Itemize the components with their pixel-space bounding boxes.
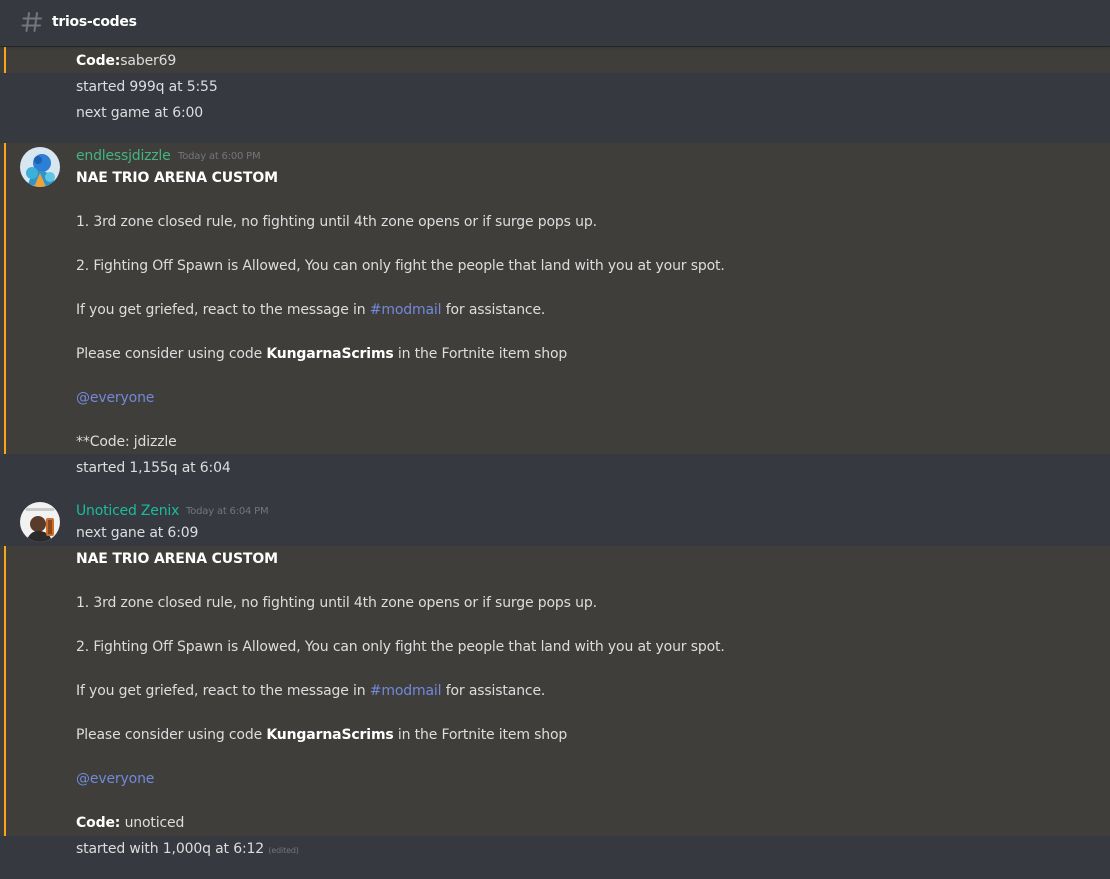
message-line: If you get griefed, react to the message…	[76, 681, 545, 701]
author-name[interactable]: endlessjdizzle	[76, 146, 171, 166]
hash-icon	[21, 9, 43, 35]
message-line: started with 1,000q at 6:12 (edited)	[76, 839, 299, 861]
message-line: NAE TRIO ARENA CUSTOM	[76, 168, 278, 188]
channel-mention-modmail[interactable]: #modmail	[370, 683, 442, 699]
message-line: next game at 6:00	[76, 105, 204, 121]
message-line: Please consider using code KungarnaScrim…	[76, 725, 567, 745]
message-line: next gane at 6:09	[76, 525, 199, 541]
message-line: started 1,155q at 6:04	[76, 460, 231, 476]
message-line: @everyone	[76, 769, 154, 789]
message-timestamp: Today at 6:04 PM	[186, 506, 269, 517]
code-value: saber69	[120, 53, 177, 69]
message-line: Code:saber69	[76, 51, 176, 71]
code-label: Code:	[76, 53, 121, 69]
message-line: If you get griefed, react to the message…	[76, 300, 545, 320]
code-value: unoticed	[120, 815, 185, 831]
chat-app: trios-codes Code:saber69 started 999q at…	[0, 0, 1110, 879]
text-segment: If you get griefed, react to the message…	[76, 683, 370, 699]
message-line: 1. 3rd zone closed rule, no fighting unt…	[76, 595, 597, 611]
text-segment: started with 1,000q at 6:12	[76, 841, 265, 857]
message-line: 2. Fighting Off Spawn is Allowed, You ca…	[76, 639, 725, 655]
avatar[interactable]	[20, 502, 60, 542]
message-line: NAE TRIO ARENA CUSTOM	[76, 549, 278, 569]
creator-code: KungarnaScrims	[266, 346, 394, 362]
text-segment: Please consider using code	[76, 346, 267, 362]
channel-header: trios-codes	[0, 0, 1110, 46]
edited-tag: (edited)	[268, 846, 299, 855]
author-name[interactable]: Unoticed Zenix	[76, 501, 179, 521]
message-line: **Code: jdizzle	[76, 434, 177, 450]
text-segment: in the Fortnite item shop	[393, 346, 568, 362]
text-segment: If you get griefed, react to the message…	[76, 302, 370, 318]
message-title: NAE TRIO ARENA CUSTOM	[76, 551, 278, 567]
message-line: Code: unoticed	[76, 813, 184, 833]
channel-name[interactable]: trios-codes	[52, 13, 137, 31]
message-line: 2. Fighting Off Spawn is Allowed, You ca…	[76, 258, 725, 274]
text-segment: for assistance.	[441, 302, 546, 318]
code-label: Code:	[76, 815, 121, 831]
message-line: started 999q at 5:55	[76, 79, 218, 95]
message-timestamp: Today at 6:00 PM	[178, 151, 261, 162]
everyone-mention[interactable]: @everyone	[76, 390, 154, 406]
everyone-mention[interactable]: @everyone	[76, 771, 154, 787]
channel-mention-modmail[interactable]: #modmail	[370, 302, 442, 318]
message-title: NAE TRIO ARENA CUSTOM	[76, 170, 278, 186]
creator-code: KungarnaScrims	[266, 727, 394, 743]
message-line: @everyone	[76, 388, 154, 408]
message-line: 1. 3rd zone closed rule, no fighting unt…	[76, 214, 597, 230]
text-segment: for assistance.	[441, 683, 546, 699]
text-segment: Please consider using code	[76, 727, 267, 743]
text-segment: in the Fortnite item shop	[393, 727, 568, 743]
message-line: Please consider using code KungarnaScrim…	[76, 344, 567, 364]
avatar[interactable]	[20, 147, 60, 187]
mention-highlight	[0, 143, 1110, 454]
